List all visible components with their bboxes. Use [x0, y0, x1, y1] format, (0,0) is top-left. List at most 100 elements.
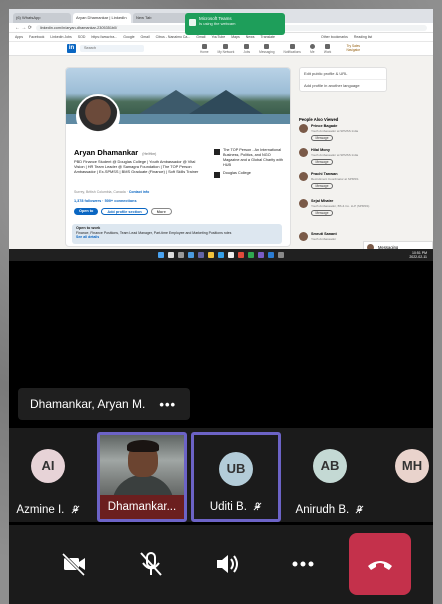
taskbar-clock[interactable]: 10:51 PM 2022-02-11 [409, 251, 427, 259]
app-icon[interactable] [278, 252, 284, 258]
more-actions-button[interactable] [273, 534, 333, 594]
nav-my-network[interactable]: My Network [218, 43, 234, 54]
teams-webcam-toast[interactable]: Microsoft Teams Is using the webcam [185, 13, 285, 35]
contact-info-link[interactable]: Contact info [129, 190, 149, 194]
education-text: Douglas College [223, 171, 251, 175]
hang-up-button[interactable] [349, 533, 411, 595]
phone-hangup-icon [368, 561, 392, 570]
linkedin-navbar: in Search Home My Network Jobs Messaging… [9, 42, 433, 56]
profile-avatar[interactable] [76, 94, 120, 138]
bookmark-item[interactable]: Gmail [196, 35, 205, 39]
bookmark-item[interactable]: Maps [231, 35, 240, 39]
message-button[interactable]: Message [311, 135, 333, 141]
avatar: MH [395, 449, 429, 483]
nav-me[interactable]: Me [309, 43, 315, 54]
bookmark-item[interactable]: Translate [261, 35, 275, 39]
chrome-icon[interactable] [238, 252, 244, 258]
bookmark-item[interactable]: Google [123, 35, 134, 39]
bookmark-item[interactable]: Apps [15, 35, 23, 39]
participant-tile-dhamankar[interactable]: Dhamankar... [97, 432, 187, 522]
people-item[interactable]: Hilal Mony Youth Ambassador at SPMSS Indi… [299, 148, 387, 165]
folder-icon[interactable] [208, 252, 214, 258]
nav-jobs[interactable]: Jobs [243, 43, 250, 54]
bookmark-item[interactable]: Facebook [29, 35, 44, 39]
company-logo-icon [214, 149, 220, 155]
avatar [299, 172, 308, 181]
education-item[interactable]: Douglas College [214, 171, 288, 178]
person-headline: Youth Ambassador at SPMSS India [311, 128, 359, 133]
linkedin-logo-icon[interactable]: in [67, 44, 76, 53]
network-icon [223, 43, 229, 49]
bookmark-item[interactable]: SOD [78, 35, 86, 39]
open-to-work-title: Open to work [76, 226, 101, 230]
person-name: Prince Bagade [311, 124, 338, 128]
task-view-icon[interactable] [178, 252, 184, 258]
word-icon[interactable] [268, 252, 274, 258]
presenter-name-tag[interactable]: Dhamankar, Aryan M. ••• [18, 388, 190, 420]
linkedin-search-input[interactable]: Search [80, 45, 144, 52]
edge-icon[interactable] [218, 252, 224, 258]
experience-item[interactable]: The TOP Person - An International Busine… [214, 148, 288, 168]
profile-name-text: Aryan Dhamankar [74, 148, 139, 157]
participant-tile-anirudh[interactable]: AB Anirudh B. [286, 432, 374, 522]
people-item[interactable]: Prince Bagade Youth Ambassador at SPMSS I… [299, 124, 387, 141]
windows-start-icon[interactable] [158, 252, 164, 258]
search-icon[interactable] [168, 252, 174, 258]
bookmark-item[interactable]: Linkedin Jobs [50, 35, 71, 39]
connections-link[interactable]: 1,378 followers · 500+ connections [74, 199, 137, 203]
participant-tile-uditi[interactable]: UB Uditi B. [191, 432, 281, 522]
see-all-details-link[interactable]: See all details [76, 235, 99, 239]
open-to-button[interactable]: Open to [74, 208, 99, 215]
message-button[interactable]: Message [311, 159, 333, 165]
people-item[interactable]: Sejal Mhatre Youth Ambassador, BS & Co. L… [299, 199, 387, 216]
camera-off-button[interactable] [44, 534, 104, 594]
bookmark-item[interactable]: https://www.tra... [91, 35, 117, 39]
bookmark-item[interactable]: News [246, 35, 255, 39]
bookmark-item[interactable]: Other bookmarks [321, 35, 348, 39]
bookmark-item[interactable]: YouTube [211, 35, 225, 39]
nav-notifications[interactable]: Notifications [284, 43, 301, 54]
add-profile-section-button[interactable]: Add profile section [101, 208, 148, 215]
open-to-work-card[interactable]: Open to work Finance, Finance Positions,… [72, 224, 282, 244]
nav-arrows-icon[interactable]: ← → ⟳ [15, 25, 32, 31]
more-options-icon[interactable]: ••• [159, 397, 176, 412]
profile-location: Surrey, British Columbia, Canada · Conta… [74, 190, 150, 194]
person-name: Smruti Sanant [311, 232, 337, 236]
profile-actions: Open to Add profile section More [74, 208, 172, 215]
add-language-profile-link[interactable]: Add profile in another language [300, 80, 386, 91]
nav-home[interactable]: Home [200, 43, 209, 54]
mic-off-button[interactable] [121, 534, 181, 594]
nav-messaging[interactable]: Messaging [259, 43, 275, 54]
browser-tab-new[interactable]: New Tab [133, 13, 191, 23]
edit-public-profile-link[interactable]: Edit public profile & URL [300, 68, 386, 80]
people-also-viewed-title: People Also Viewed [299, 117, 339, 122]
people-item[interactable]: Smruti Sanant Youth Ambassador [299, 232, 387, 241]
bookmark-item[interactable]: Citrus - Nanaimo Ca... [156, 35, 191, 39]
toast-text: Is using the webcam [199, 21, 236, 26]
messaging-icon [264, 43, 270, 49]
mic-off-icon [71, 505, 79, 514]
teams-icon[interactable] [198, 252, 204, 258]
bookmark-item[interactable]: Reading list [354, 35, 372, 39]
nav-work[interactable]: Work [324, 43, 331, 54]
participant-tile-azmine[interactable]: AI Azmine I. [9, 432, 87, 522]
message-button[interactable]: Message [311, 183, 333, 189]
bookmark-item[interactable]: Gmail [141, 35, 150, 39]
speaker-button[interactable] [197, 534, 257, 594]
jobs-icon [244, 43, 250, 49]
nav-sales-navigator[interactable]: Try Sales Navigator [340, 44, 366, 54]
app-icon[interactable] [258, 252, 264, 258]
browser-tab-linkedin[interactable]: Aryan Dhamankar | LinkedIn [73, 13, 131, 23]
store-icon[interactable] [228, 252, 234, 258]
app-icon[interactable] [248, 252, 254, 258]
widgets-icon[interactable] [188, 252, 194, 258]
browser-tab-whatsapp[interactable]: (6) WhatsApp [13, 13, 71, 23]
message-button[interactable]: Message [311, 210, 333, 216]
more-button[interactable]: More [150, 208, 172, 215]
people-item[interactable]: Prachi Tanwan Recruitment Coordinator at … [299, 172, 387, 189]
participant-name: Dhamankar... [100, 495, 184, 519]
windows-taskbar: 10:51 PM 2022-02-11 [9, 249, 433, 261]
profile-settings-box: Edit public profile & URL Add profile in… [299, 67, 387, 92]
participant-tile-mh[interactable]: MH [380, 432, 433, 522]
person-name: Prachi Tanwan [311, 172, 338, 176]
